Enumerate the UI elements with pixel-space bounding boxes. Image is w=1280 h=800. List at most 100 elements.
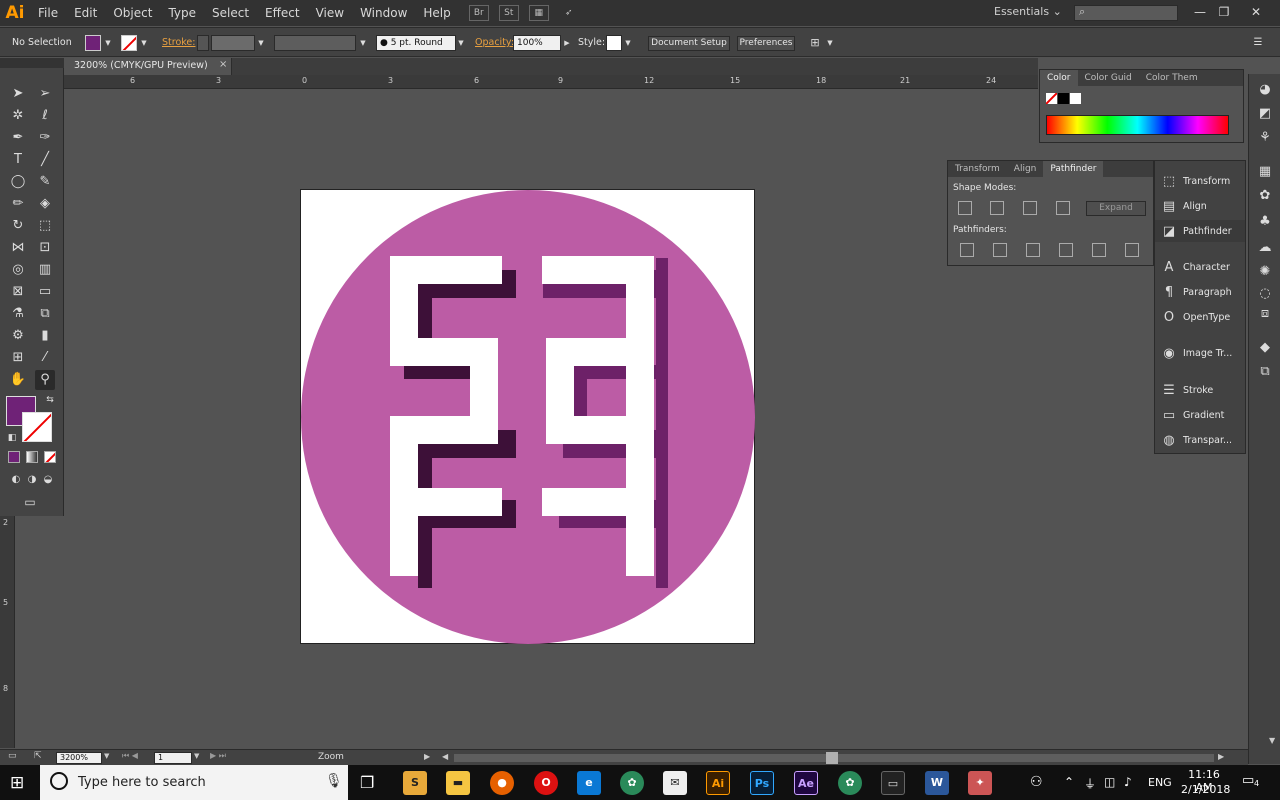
adobe-stock-search[interactable]: ⌕ [1074,5,1178,21]
dock-image-trace[interactable]: ◉ Image Tr... [1155,342,1245,364]
clock-date[interactable]: 2/1/2018 [1181,783,1230,796]
document-tab[interactable]: 3200% (CMYK/GPU Preview) × [64,58,232,75]
dock-opentype[interactable]: O OpenType [1155,306,1245,328]
divide-icon[interactable] [960,243,974,257]
menu-object[interactable]: Object [105,0,160,26]
edge-icon[interactable]: e [577,771,601,795]
color-guide-icon[interactable]: ◩ [1255,106,1275,124]
restore-icon[interactable]: ❐ [1212,3,1236,21]
stroke-swatch[interactable] [121,35,137,51]
gpu-performance-icon[interactable]: ➶ [559,5,579,21]
color-panel-icon[interactable]: ◕ [1255,82,1275,100]
tab-color-themes[interactable]: Color Them [1139,70,1205,86]
sublime-app-icon[interactable]: S [403,771,427,795]
outline-icon[interactable] [1092,243,1106,257]
file-explorer-icon[interactable]: ▬ [446,771,470,795]
direct-selection-tool-icon[interactable]: ➢ [35,84,55,104]
volume-icon[interactable]: ♪ [1124,775,1132,789]
scrollbar-thumb[interactable] [826,752,838,764]
last-artboard-icon[interactable]: ▶ ⏭ [210,751,226,761]
white-swatch[interactable] [1070,93,1081,104]
fill-dropdown-icon[interactable]: ▼ [102,35,114,51]
merge-icon[interactable] [1026,243,1040,257]
lasso-tool-icon[interactable]: ℓ [35,106,55,126]
variable-width-profile[interactable] [274,35,356,51]
preferences-button[interactable]: Preferences [737,36,795,51]
gradient-tool-icon[interactable]: ▭ [35,282,55,302]
close-tab-icon[interactable]: × [219,59,227,70]
minimize-icon[interactable]: — [1188,3,1212,21]
people-icon[interactable]: ⚇ [1030,774,1043,790]
free-transform-tool-icon[interactable]: ⬚ [35,216,55,236]
microphone-icon[interactable]: 🎙 [325,773,343,789]
mail-icon[interactable]: ✉ [663,771,687,795]
intersect-icon[interactable] [1023,201,1037,215]
artboard-tool-icon[interactable]: ⊞ [8,348,28,368]
pencil-tool-icon[interactable]: ✏ [8,194,28,214]
expand-button[interactable]: Expand [1086,201,1146,216]
style-dropdown-icon[interactable]: ▼ [622,35,634,51]
document-setup-button[interactable]: Document Setup [648,36,730,51]
line-tool-icon[interactable]: ╱ [35,150,55,170]
usb-icon[interactable]: ⏚ [1084,775,1096,792]
task-view-icon[interactable]: ❐ [360,773,374,792]
artboard[interactable] [300,189,755,644]
free-transform-alt-icon[interactable]: ⊡ [35,238,55,258]
width-tool-icon[interactable]: ⋈ [8,238,28,258]
language-indicator[interactable]: ENG [1148,776,1172,789]
dock-transform[interactable]: ⬚ Transform [1155,170,1245,192]
arrange-documents-icon[interactable]: ▦ [528,5,549,21]
taskbar-illustrator-icon[interactable]: Ai [706,771,730,795]
blend-tool-icon[interactable]: ⧉ [35,304,55,324]
taskbar-search-box[interactable]: Type here to search 🎙 [40,765,348,800]
shape-builder-tool-icon[interactable]: ◎ [8,260,28,280]
zoom-tool-icon[interactable]: ⚲ [35,370,55,390]
paintbrush-tool-icon[interactable]: ✎ [35,172,55,192]
symbol-sprayer-tool-icon[interactable]: ⚙ [8,326,28,346]
stroke-color-swatch[interactable] [22,412,52,442]
menu-select[interactable]: Select [204,0,257,26]
taskbar-photoshop-icon[interactable]: Ps [750,771,774,795]
tab-color[interactable]: Color [1040,70,1078,86]
dock-pathfinder[interactable]: ◪ Pathfinder [1155,220,1245,242]
brushes-icon[interactable]: ✿ [1255,188,1275,206]
column-graph-tool-icon[interactable]: ▮ [35,326,55,346]
graphic-style-swatch[interactable] [606,35,622,51]
eraser-tool-icon[interactable]: ◈ [35,194,55,214]
none-swatch[interactable] [1046,93,1057,104]
action-center-icon[interactable]: ▭ [1242,773,1254,788]
tab-transform[interactable]: Transform [948,161,1007,177]
none-mode-icon[interactable] [44,451,56,463]
stroke-weight-dropdown-icon[interactable]: ▼ [255,35,267,51]
fill-swatch[interactable] [85,35,101,51]
tools-panel-header[interactable] [0,58,64,68]
stroke-weight-input[interactable] [211,35,255,51]
scroll-right-icon[interactable]: ▶ [1218,752,1224,761]
draw-inside-icon[interactable]: ◒ [38,470,58,490]
opera-icon[interactable]: O [534,771,558,795]
scroll-left-icon[interactable]: ◀ [442,752,448,761]
horizontal-ruler[interactable]: 6 3 0 3 6 9 12 15 18 21 24 [64,75,1038,89]
black-swatch[interactable] [1058,93,1069,104]
brush-dropdown-icon[interactable]: ▼ [455,35,467,51]
zoom-level-input[interactable]: 3200% [56,752,102,764]
artboards-icon[interactable]: ⧉ [1255,364,1275,382]
color-themes-icon[interactable]: ⚘ [1255,130,1275,148]
layers-icon[interactable]: ◆ [1255,340,1275,358]
close-window-icon[interactable]: ✕ [1244,3,1268,21]
menu-view[interactable]: View [308,0,352,26]
stroke-label[interactable]: Stroke: [162,37,195,48]
type-tool-icon[interactable]: T [8,150,28,170]
stock-icon[interactable]: St [498,5,519,21]
status-arrow-icon[interactable]: ▶ [424,752,430,761]
taskbar-word-icon[interactable]: W [925,771,949,795]
libraries-icon[interactable]: ☁ [1255,240,1275,258]
first-artboard-icon[interactable]: ⏮ ◀ [122,751,138,761]
dock-stroke[interactable]: ☰ Stroke [1155,379,1245,401]
color-spectrum[interactable] [1046,115,1229,135]
slice-tool-icon[interactable]: ⁄ [35,348,55,368]
crop-icon[interactable] [1059,243,1073,257]
swatches-icon[interactable]: ▦ [1255,164,1275,182]
menu-edit[interactable]: Edit [66,0,105,26]
menu-type[interactable]: Type [160,0,204,26]
